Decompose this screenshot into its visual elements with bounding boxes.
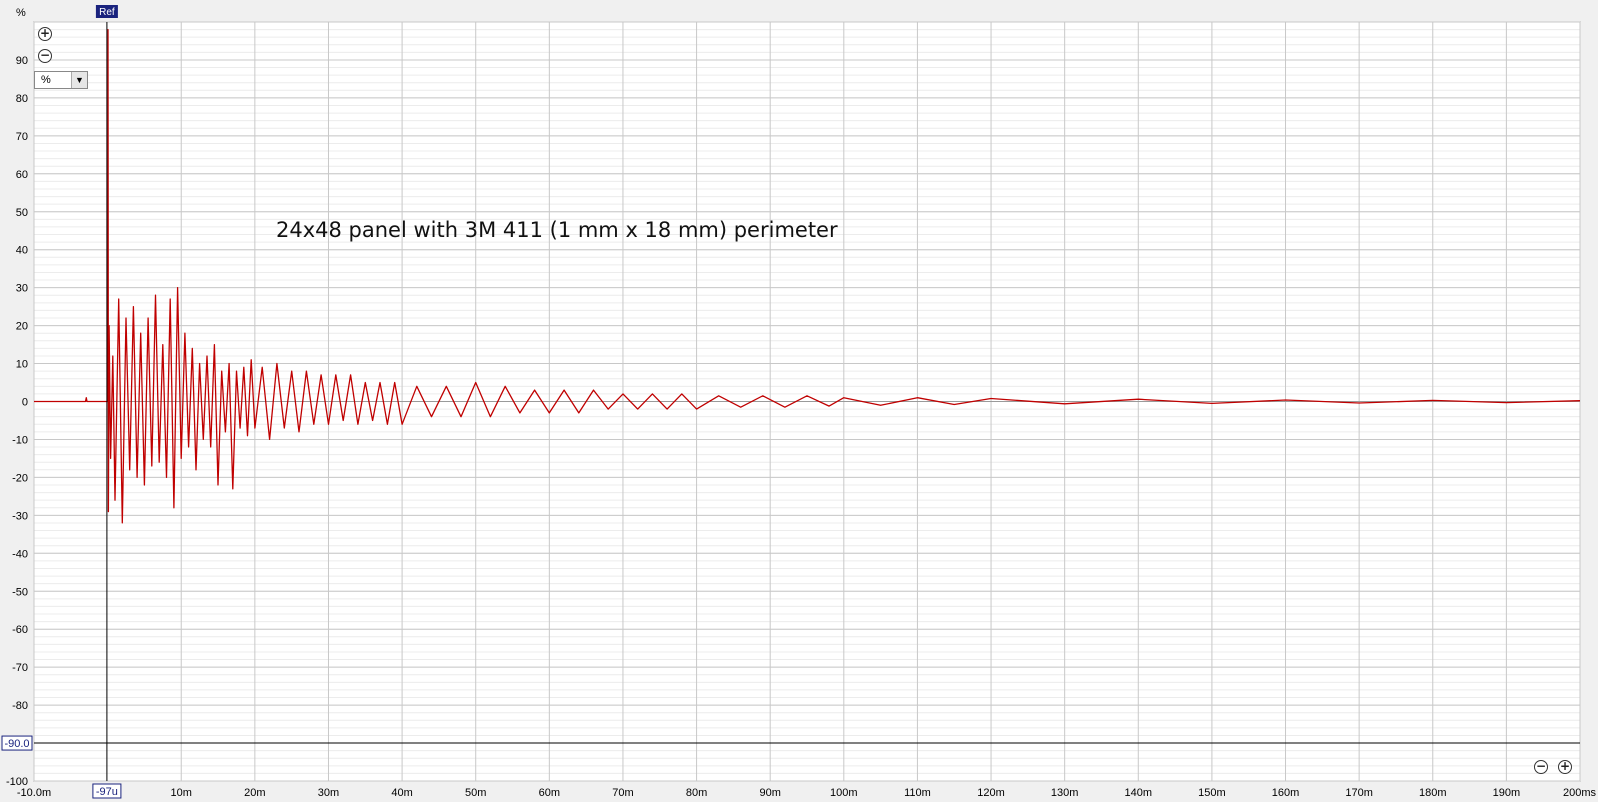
y-tick-label: 0 [22,397,28,409]
x-tick-label: 140m [1125,787,1153,799]
y-tick-label: -80 [12,700,28,712]
level-readout: -90.0 [4,738,29,750]
y-tick-label: 30 [16,283,28,295]
y-tick-label: 70 [16,131,28,143]
x-tick-label: 130m [1051,787,1079,799]
x-tick-label: 170m [1345,787,1373,799]
y-tick-label: 90 [16,55,28,67]
zoom-in-y-icon[interactable]: + [38,27,52,41]
x-tick-label: 20m [244,787,265,799]
x-tick-label: 160m [1272,787,1300,799]
x-tick-label: 120m [977,787,1005,799]
y-tick-label: 20 [16,321,28,333]
y-tick-label: -10 [12,434,28,446]
ref-x-readout: -97u [96,786,118,798]
x-tick-label: 190m [1493,787,1521,799]
x-tick-label: 30m [318,787,339,799]
x-tick-label: 60m [539,787,560,799]
y-tick-label: 40 [16,245,28,257]
x-tick-label: 110m [904,787,931,799]
y-axis-label: % [16,7,26,19]
chevron-down-icon[interactable]: ▼ [71,72,87,88]
x-tick-label: 80m [686,787,707,799]
y-tick-label: -50 [12,586,28,598]
x-tick-label: 70m [612,787,633,799]
ref-flag-label: Ref [99,7,115,18]
x-tick-label: 50m [465,787,486,799]
y-tick-label: 10 [16,359,28,371]
x-tick-label: -10.0m [17,787,51,799]
y-tick-label: -30 [12,510,28,522]
x-tick-label: 100m [830,787,858,799]
y-tick-label: -20 [12,472,28,484]
unit-select[interactable]: % ▼ [34,71,88,89]
y-tick-label: -70 [12,662,28,674]
x-tick-label: 200ms [1563,787,1597,799]
zoom-out-x-icon[interactable]: − [1534,760,1548,774]
y-tick-label: -40 [12,548,28,560]
x-tick-label: 150m [1198,787,1226,799]
x-tick-label: 180m [1419,787,1447,799]
chart-title: 24x48 panel with 3M 411 (1 mm x 18 mm) p… [276,218,838,242]
x-tick-label: 40m [391,787,412,799]
y-tick-label: 80 [16,93,28,105]
y-tick-label: -100 [6,776,28,788]
unit-select-value: % [41,74,51,86]
y-tick-label: 60 [16,169,28,181]
y-tick-label: -60 [12,624,28,636]
x-tick-label: 90m [759,787,780,799]
x-tick-label: 10m [171,787,192,799]
zoom-out-y-icon[interactable]: − [38,49,52,63]
impulse-response-chart: Ref -97u -90.0 -10.0m 10m 20m 30m 40m 50m 60m 70m… [0,0,1598,802]
y-tick-label: 50 [16,207,28,219]
zoom-in-x-icon[interactable]: + [1558,760,1572,774]
